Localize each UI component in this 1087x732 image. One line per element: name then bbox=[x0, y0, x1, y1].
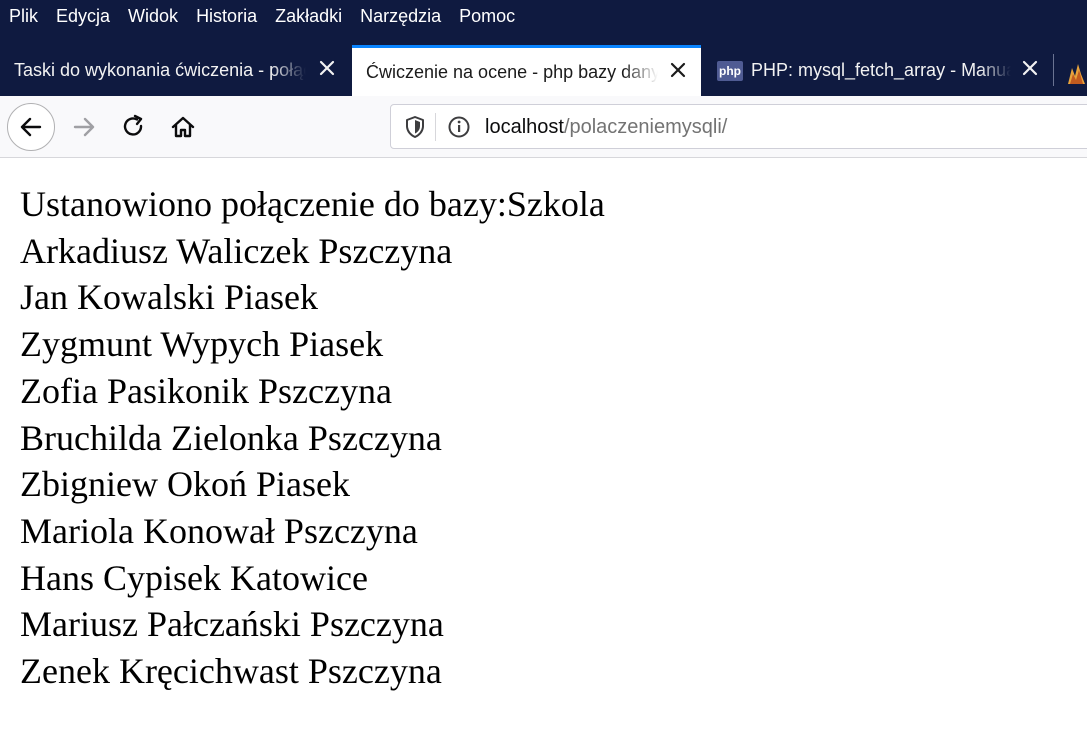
forward-button[interactable] bbox=[64, 107, 104, 147]
menu-edycja[interactable]: Edycja bbox=[56, 6, 110, 27]
url-bar[interactable]: localhost/polaczeniemysqli/ bbox=[390, 104, 1087, 149]
url-host: localhost bbox=[485, 116, 564, 138]
tab-label: PHP: mysql_fetch_array - Manual bbox=[751, 60, 1011, 80]
back-button[interactable] bbox=[7, 103, 55, 151]
menu-pomoc[interactable]: Pomoc bbox=[459, 6, 515, 27]
php-icon: php bbox=[717, 60, 743, 81]
menu-zakladki[interactable]: Zakładki bbox=[275, 6, 342, 27]
menu-plik[interactable]: Plik bbox=[9, 6, 38, 27]
menu-bar: Plik Edycja Widok Historia Zakładki Narz… bbox=[0, 0, 1087, 32]
tab-label: Taski do wykonania ćwiczenia - połączeni… bbox=[14, 60, 306, 80]
navigation-toolbar: localhost/polaczeniemysqli/ bbox=[0, 96, 1087, 158]
forward-arrow-icon bbox=[73, 117, 95, 137]
record-line: Zofia Pasikonik Pszczyna bbox=[20, 370, 392, 411]
tab-php-manual[interactable]: php PHP: mysql_fetch_array - Manual bbox=[703, 45, 1053, 96]
record-line: Jan Kowalski Piasek bbox=[20, 277, 318, 318]
record-line: Zbigniew Okoń Piasek bbox=[20, 464, 350, 505]
record-line: Bruchilda Zielonka Pszczyna bbox=[20, 417, 442, 458]
tab-taski[interactable]: Taski do wykonania ćwiczenia - połączeni… bbox=[0, 45, 350, 96]
record-line: Zygmunt Wypych Piasek bbox=[20, 324, 384, 365]
record-line: Zenek Kręcichwast Pszczyna bbox=[20, 651, 442, 692]
record-line: Mariola Konował Pszczyna bbox=[20, 510, 418, 551]
shield-icon[interactable] bbox=[403, 115, 427, 139]
tab-cwiczenie[interactable]: Ćwiczenie na ocene - php bazy danych bbox=[352, 45, 701, 96]
partial-tab-favicon-icon[interactable] bbox=[1066, 60, 1087, 86]
back-arrow-icon bbox=[20, 117, 42, 137]
record-line: Mariusz Pałczański Pszczyna bbox=[20, 604, 444, 645]
url-text[interactable]: localhost/polaczeniemysqli/ bbox=[485, 115, 727, 139]
connection-status: Ustanowiono połączenie do bazy:Szkola bbox=[20, 184, 605, 224]
page-content: Ustanowiono połączenie do bazy:Szkola Ar… bbox=[20, 181, 605, 695]
home-icon bbox=[171, 116, 195, 138]
tab-bar: Taski do wykonania ćwiczenia - połączeni… bbox=[0, 32, 1087, 96]
info-icon[interactable] bbox=[447, 115, 471, 139]
close-icon[interactable] bbox=[316, 57, 338, 79]
menu-widok[interactable]: Widok bbox=[128, 6, 178, 27]
reload-button[interactable] bbox=[114, 107, 154, 147]
menu-narzedzia[interactable]: Narzędzia bbox=[360, 6, 441, 27]
url-path: /polaczeniemysqli/ bbox=[563, 116, 728, 138]
close-icon[interactable] bbox=[667, 59, 689, 81]
reload-icon bbox=[123, 114, 143, 136]
menu-historia[interactable]: Historia bbox=[196, 6, 257, 27]
tab-separator bbox=[1053, 54, 1054, 86]
url-separator bbox=[435, 113, 436, 141]
close-icon[interactable] bbox=[1019, 57, 1041, 79]
tab-label: Ćwiczenie na ocene - php bazy danych bbox=[366, 61, 658, 82]
home-button[interactable] bbox=[163, 107, 203, 147]
record-line: Arkadiusz Waliczek Pszczyna bbox=[20, 230, 453, 271]
record-line: Hans Cypisek Katowice bbox=[20, 557, 368, 598]
